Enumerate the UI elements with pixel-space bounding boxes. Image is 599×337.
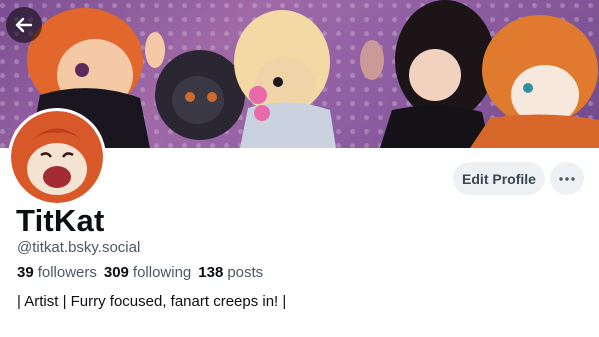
following-stat[interactable]: 309 following [104,264,191,281]
followers-stat[interactable]: 39 followers [17,264,97,281]
posts-label: posts [227,264,264,281]
user-handle: @titkat.bsky.social [17,239,141,256]
arrow-left-icon [15,17,33,33]
followers-count: 39 [17,264,34,281]
back-button[interactable] [6,7,42,43]
ellipsis-icon [559,176,575,181]
following-label: following [132,264,192,281]
avatar[interactable] [8,108,106,206]
display-name: TitKat [16,203,105,238]
more-options-button[interactable] [550,162,584,195]
following-count: 309 [103,264,129,281]
edit-profile-button[interactable]: Edit Profile [453,162,545,195]
profile-bio: | Artist | Furry focused, fanart creeps … [17,293,287,310]
posts-count: 138 [198,264,224,281]
profile-stats: 39 followers 309 following 138 posts [17,264,270,281]
followers-label: followers [37,264,97,281]
posts-stat: 138 posts [198,264,263,281]
avatar-image [11,111,103,203]
